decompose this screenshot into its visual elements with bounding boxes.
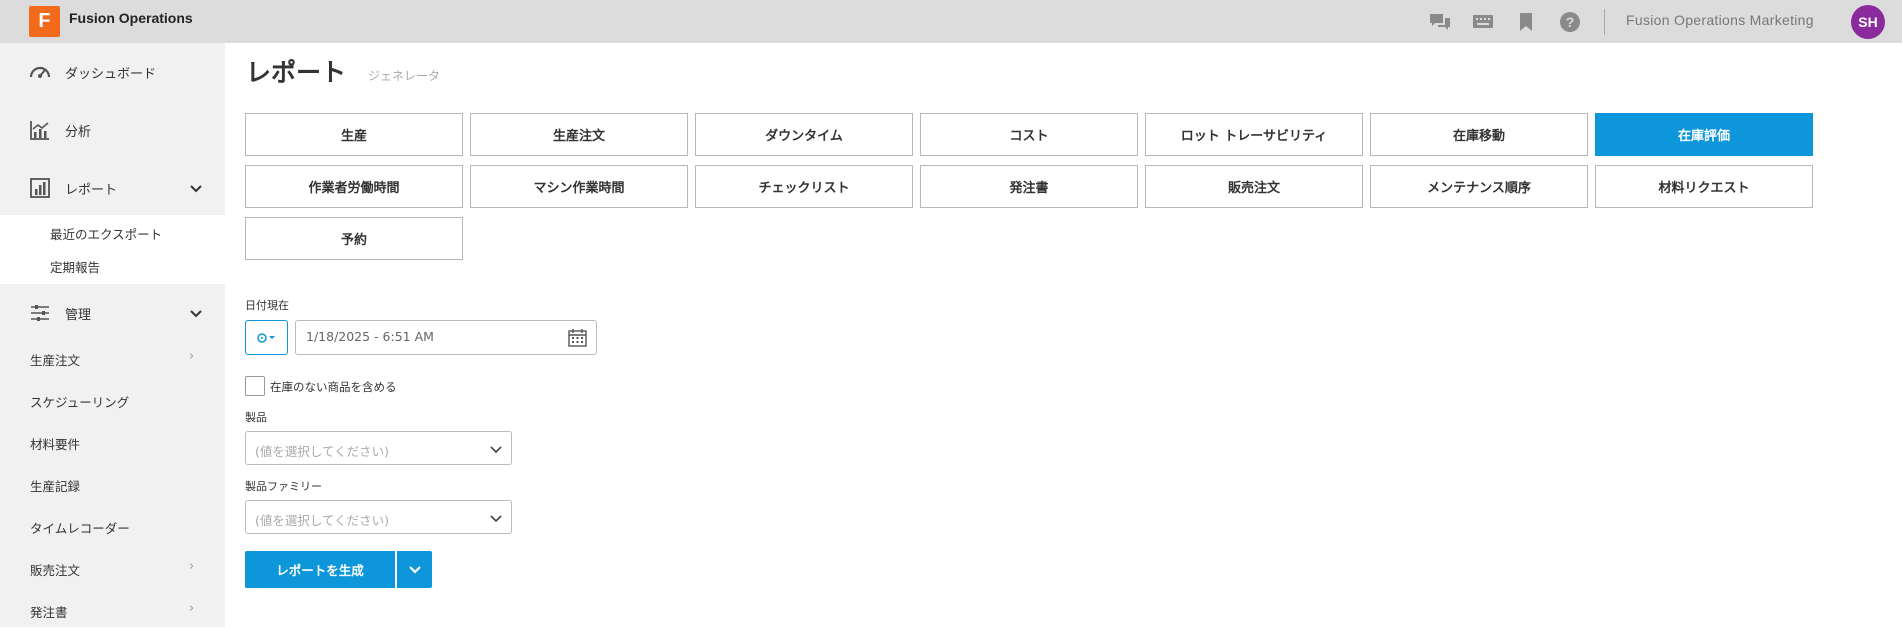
admin-purchase-orders[interactable]: 発注書: [30, 602, 68, 621]
date-label: 日付現在: [245, 299, 289, 312]
svg-text:?: ?: [1566, 14, 1575, 30]
generate-options-button[interactable]: [397, 551, 432, 588]
bookmark-icon[interactable]: [1515, 11, 1537, 33]
report-type-button[interactable]: マシン作業時間: [470, 165, 688, 208]
chevron-down-icon: [489, 442, 503, 461]
report-type-button[interactable]: 生産注文: [470, 113, 688, 156]
include-out-of-stock-label: 在庫のない商品を含める: [270, 380, 397, 394]
page-title: レポート: [246, 58, 347, 87]
report-type-button[interactable]: メンテナンス順序: [1370, 165, 1588, 208]
org-name[interactable]: Fusion Operations Marketing: [1626, 12, 1814, 28]
report-type-button[interactable]: チェックリスト: [695, 165, 913, 208]
top-bar: F Fusion Operations ? Fusion Operations …: [0, 0, 1902, 43]
report-type-button[interactable]: 発注書: [920, 165, 1138, 208]
chevron-down-icon: [408, 565, 421, 574]
date-field[interactable]: [295, 320, 597, 355]
report-type-button[interactable]: 材料リクエスト: [1595, 165, 1813, 208]
chevron-right-icon: ›: [189, 601, 195, 616]
report-type-button[interactable]: 在庫評価: [1595, 113, 1813, 156]
chevron-down-icon[interactable]: [189, 181, 203, 195]
product-family-label: 製品ファミリー: [245, 480, 322, 493]
analytics-icon: [29, 119, 51, 141]
admin-production-orders[interactable]: 生産注文: [30, 350, 80, 369]
keyboard-icon[interactable]: [1472, 11, 1494, 33]
nav-admin[interactable]: 管理: [0, 284, 225, 342]
sidebar: ダッシュボード 分析 レポート 最近のエクスポート 定期報告 管理 生産注文 ›…: [0, 43, 225, 627]
report-type-button[interactable]: コスト: [920, 113, 1138, 156]
nav-reports[interactable]: レポート: [0, 159, 225, 217]
chevron-down-icon: [489, 511, 503, 530]
nav-dashboard-label: ダッシュボード: [65, 66, 157, 82]
chat-icon[interactable]: [1429, 11, 1451, 33]
include-out-of-stock-checkbox[interactable]: [245, 376, 265, 396]
report-type-button[interactable]: ロット トレーサビリティ: [1145, 113, 1363, 156]
timezone-button[interactable]: [245, 320, 288, 355]
sliders-icon: [29, 302, 51, 324]
admin-material-requirements[interactable]: 材料要件: [30, 434, 80, 453]
product-family-placeholder: (値を選択してください): [255, 513, 390, 528]
user-avatar[interactable]: SH: [1851, 5, 1885, 39]
top-divider: [1604, 9, 1605, 35]
report-type-button[interactable]: ダウンタイム: [695, 113, 913, 156]
chevron-right-icon: ›: [189, 559, 195, 574]
report-type-button[interactable]: 生産: [245, 113, 463, 156]
admin-time-recorder[interactable]: タイムレコーダー: [30, 518, 130, 537]
nav-admin-label: 管理: [65, 307, 92, 323]
generate-report-button[interactable]: レポートを生成: [245, 551, 395, 588]
app-logo[interactable]: F: [29, 6, 60, 37]
report-icon: [29, 177, 51, 199]
date-input[interactable]: [306, 329, 546, 344]
sub-recent-exports[interactable]: 最近のエクスポート: [50, 224, 162, 243]
reports-submenu: 最近のエクスポート 定期報告: [0, 215, 225, 284]
report-type-button[interactable]: 予約: [245, 217, 463, 260]
nav-analytics[interactable]: 分析: [0, 101, 225, 159]
product-placeholder: (値を選択してください): [255, 444, 390, 459]
product-label: 製品: [245, 411, 267, 424]
nav-dashboard[interactable]: ダッシュボード: [0, 43, 225, 101]
product-select[interactable]: (値を選択してください): [245, 431, 512, 465]
report-type-button[interactable]: 作業者労働時間: [245, 165, 463, 208]
app-title[interactable]: Fusion Operations: [69, 10, 193, 26]
report-type-button[interactable]: 販売注文: [1145, 165, 1363, 208]
admin-sales-orders[interactable]: 販売注文: [30, 560, 80, 579]
calendar-icon[interactable]: [568, 328, 587, 351]
admin-scheduling[interactable]: スケジューリング: [30, 392, 129, 411]
chevron-right-icon: ›: [189, 349, 195, 364]
sub-scheduled-reports[interactable]: 定期報告: [50, 257, 100, 276]
nav-reports-label: レポート: [65, 182, 118, 198]
chevron-down-icon[interactable]: [189, 306, 203, 320]
report-type-button[interactable]: 在庫移動: [1370, 113, 1588, 156]
page-subtitle: ジェネレータ: [368, 69, 441, 83]
product-family-select[interactable]: (値を選択してください): [245, 500, 512, 534]
admin-production-records[interactable]: 生産記録: [30, 476, 80, 495]
nav-analytics-label: 分析: [65, 124, 92, 140]
help-icon[interactable]: ?: [1559, 11, 1581, 33]
dashboard-icon: [29, 61, 51, 83]
